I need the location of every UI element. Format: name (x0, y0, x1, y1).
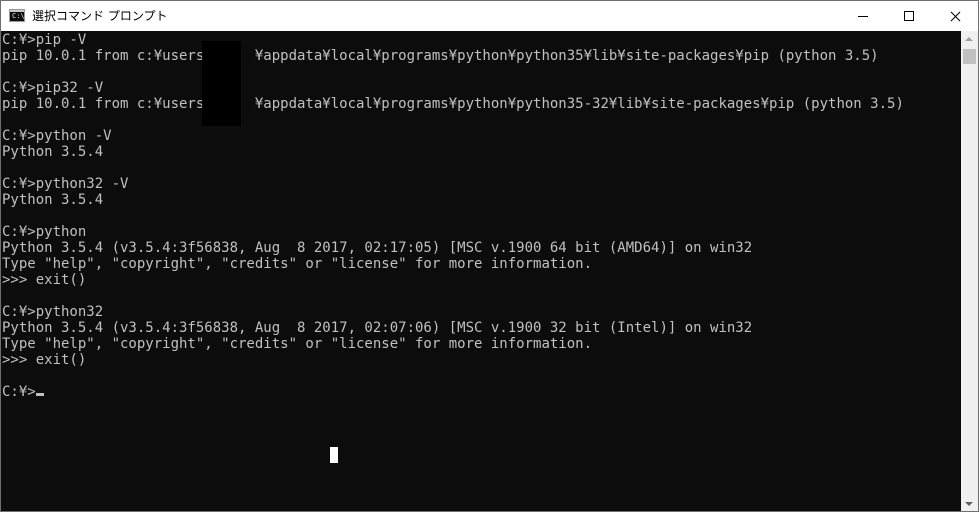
console-line: Python 3.5.4 (v3.5.4:3f56838, Aug 8 2017… (2, 240, 753, 256)
close-button[interactable] (932, 1, 978, 31)
scroll-thumb[interactable] (963, 49, 976, 64)
mouse-cursor-block (330, 447, 338, 463)
console-lines: C:¥>pip -V pip 10.0.1 from c:¥users¥ ¥ap… (2, 32, 904, 400)
command-prompt-window: C:\ 選択コマンド プロンプト C:¥>pip -V pip 10.0.1 f… (0, 0, 979, 512)
vertical-scrollbar[interactable] (961, 31, 978, 511)
console-prompt-line[interactable]: C:¥> (2, 384, 904, 400)
console-line: Python 3.5.4 (2, 192, 104, 208)
command-prompt-icon[interactable]: C:\ (9, 9, 25, 22)
console-line: C:¥>python -V (2, 128, 112, 144)
console-line: Type "help", "copyright", "credits" or "… (2, 336, 593, 352)
console-output[interactable]: C:¥>pip -V pip 10.0.1 from c:¥users¥ ¥ap… (1, 31, 961, 511)
console-line: Python 3.5.4 (v3.5.4:3f56838, Aug 8 2017… (2, 320, 753, 336)
redacted-username (202, 41, 241, 126)
console-line: C:¥>python32 (2, 304, 104, 320)
scroll-up-button[interactable] (961, 31, 978, 48)
console-line: C:¥>python32 -V (2, 176, 129, 192)
maximize-button[interactable] (886, 1, 932, 31)
console-line: C:¥>python (2, 224, 87, 240)
console-line: >>> exit() (2, 352, 87, 368)
console-line: C:¥>pip32 -V (2, 80, 104, 96)
command-prompt-icon-text: C:\ (12, 12, 25, 20)
console-line: pip 10.0.1 from c:¥users¥ ¥appdata¥local… (2, 96, 904, 112)
console-line: pip 10.0.1 from c:¥users¥ ¥appdata¥local… (2, 48, 879, 64)
window-title: 選択コマンド プロンプト (32, 9, 168, 23)
console-line: >>> exit() (2, 272, 87, 288)
console-prompt: C:¥> (2, 384, 36, 400)
console-line: Python 3.5.4 (2, 144, 104, 160)
minimize-button[interactable] (840, 1, 886, 31)
scroll-down-button[interactable] (961, 495, 978, 511)
console-line: Type "help", "copyright", "credits" or "… (2, 256, 593, 272)
text-cursor (35, 393, 44, 396)
console-line: C:¥>pip -V (2, 32, 87, 48)
title-bar[interactable]: C:\ 選択コマンド プロンプト (1, 1, 978, 31)
